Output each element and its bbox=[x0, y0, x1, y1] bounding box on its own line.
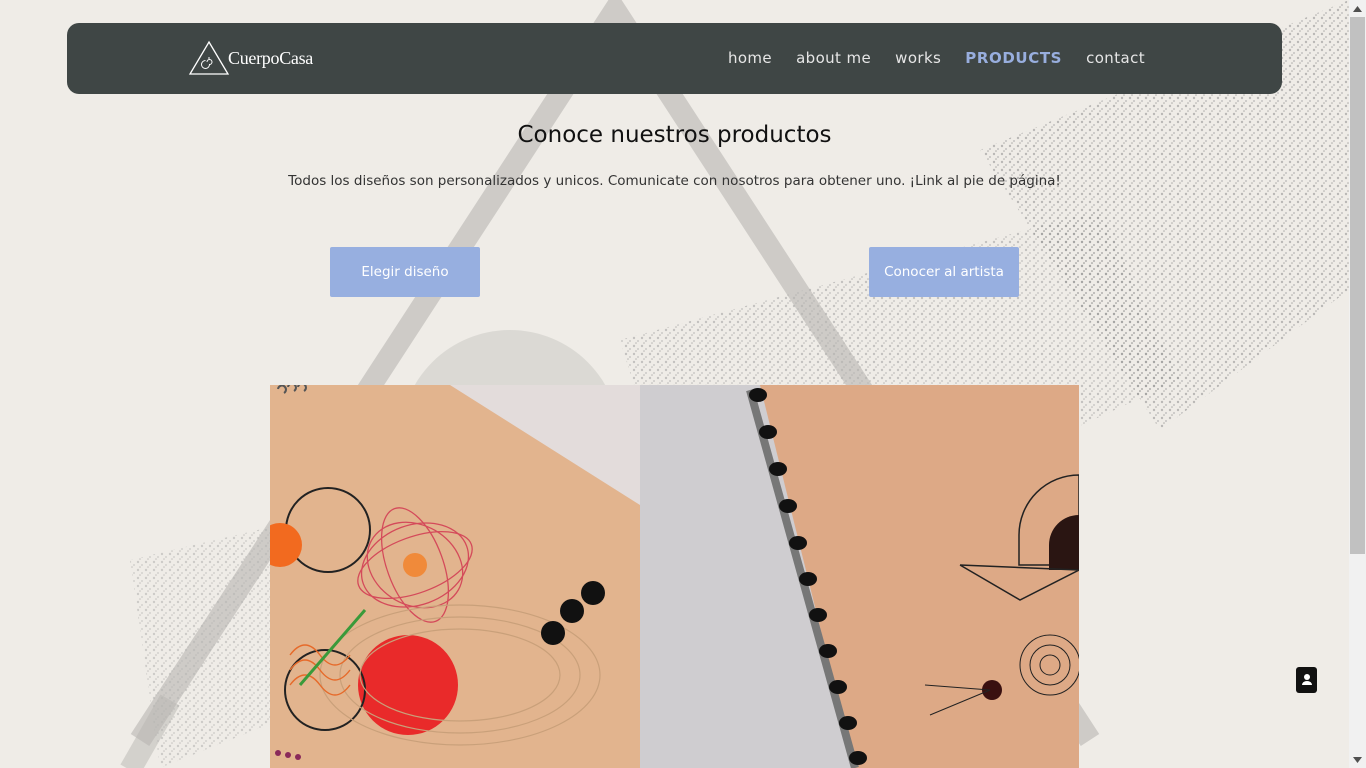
page-subtitle: Todos los diseños son personalizados y u… bbox=[288, 173, 1061, 189]
brand-logo[interactable]: CuerpoCasa bbox=[188, 40, 313, 76]
nav-about-me[interactable]: about me bbox=[796, 49, 871, 67]
scrollbar-thumb[interactable] bbox=[1350, 17, 1365, 554]
product-image-floral-notebook[interactable] bbox=[270, 385, 640, 768]
nav-works[interactable]: works bbox=[895, 49, 941, 67]
triangle-spiral-icon bbox=[188, 40, 230, 75]
meet-artist-button[interactable]: Conocer al artista bbox=[869, 247, 1019, 297]
nav-links: home about me works PRODUCTS contact bbox=[728, 49, 1145, 67]
nav-contact[interactable]: contact bbox=[1086, 49, 1145, 67]
product-image-sketch-notebook[interactable] bbox=[640, 385, 1079, 768]
contact-card-icon[interactable] bbox=[1296, 667, 1317, 693]
nav-products[interactable]: PRODUCTS bbox=[965, 49, 1062, 67]
brand-name: CuerpoCasa bbox=[228, 47, 313, 68]
choose-design-button[interactable]: Elegir diseño bbox=[330, 247, 480, 297]
scroll-down-arrow-icon[interactable] bbox=[1349, 751, 1366, 768]
scroll-up-arrow-icon[interactable] bbox=[1349, 0, 1366, 17]
nav-home[interactable]: home bbox=[728, 49, 772, 67]
vertical-scrollbar[interactable] bbox=[1349, 0, 1366, 768]
page-title: Conoce nuestros productos bbox=[517, 122, 832, 148]
top-navbar: CuerpoCasa home about me works PRODUCTS … bbox=[67, 23, 1282, 94]
